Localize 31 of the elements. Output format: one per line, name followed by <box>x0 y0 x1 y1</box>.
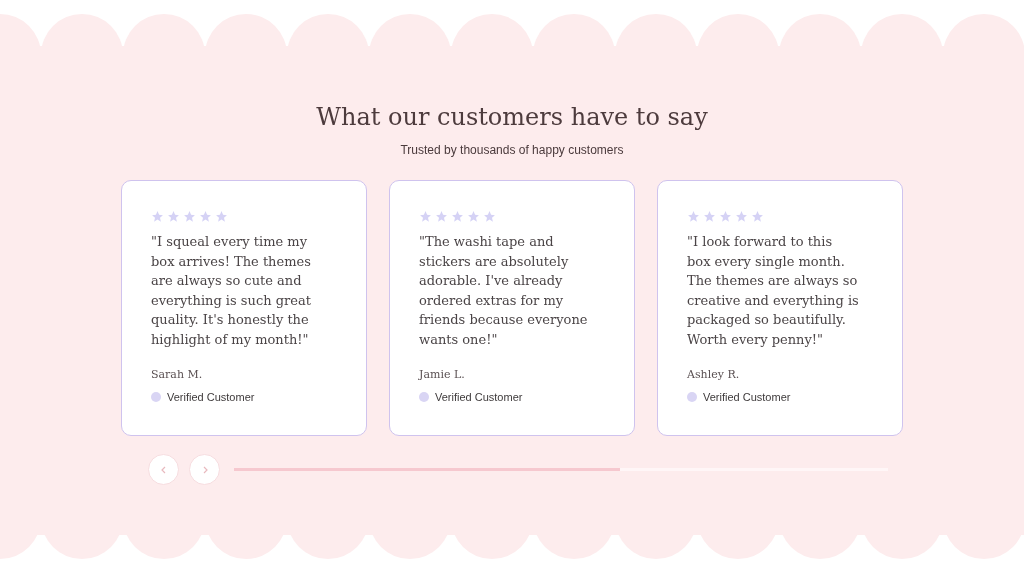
reviewer-name: Sarah M. <box>151 367 204 381</box>
verified-icon <box>151 391 161 402</box>
star-icon <box>199 210 212 223</box>
star-icon <box>419 210 432 223</box>
star-icon <box>751 210 764 223</box>
verified-label: Verified Customer <box>167 390 255 403</box>
reviewer-name: Jamie L. <box>419 367 466 381</box>
star-icon <box>215 210 228 223</box>
review-quote: "I squeal every time my box arrives! The themes are always so cute and everything is such great quality. It's honestly the highlight of my month!" <box>151 233 312 349</box>
star-icon <box>467 210 480 223</box>
previous-button[interactable] <box>148 454 179 485</box>
verified-icon <box>687 391 697 402</box>
star-icon <box>703 210 716 223</box>
star-icon <box>735 210 748 223</box>
star-icon <box>167 210 180 223</box>
review-quote: "I look forward to this box every single month. The themes are always so creative and everything is packaged so beautifully. Worth every penny!" <box>687 233 859 349</box>
star-icon <box>687 210 700 223</box>
star-icon <box>483 210 496 223</box>
section-title: What our customers have to say <box>316 103 708 131</box>
star-icon <box>151 210 164 223</box>
review-quote: "The washi tape and stickers are absolutely adorable. I've already ordered extras for my friends because everyone wants one!" <box>419 233 589 349</box>
star-icon <box>435 210 448 223</box>
verified-label: Verified Customer <box>435 390 523 403</box>
next-button[interactable] <box>189 454 220 485</box>
verified-icon <box>419 391 429 402</box>
verified-label: Verified Customer <box>703 390 791 403</box>
star-icon <box>183 210 196 223</box>
reviewer-name: Ashley R. <box>687 367 741 381</box>
star-icon <box>719 210 732 223</box>
section-subtitle: Trusted by thousands of happy customers <box>400 143 624 157</box>
star-icon <box>451 210 464 223</box>
